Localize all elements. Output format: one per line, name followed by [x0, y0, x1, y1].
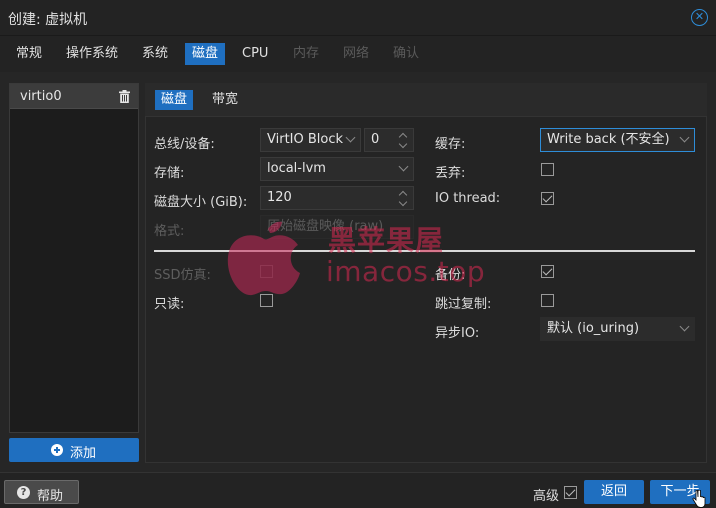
tab-disks[interactable]: 磁盘 [185, 43, 226, 65]
readonly-label: 只读: [154, 297, 185, 312]
iothread-checkbox[interactable] [541, 192, 554, 205]
back-button[interactable]: 返回 [584, 480, 644, 504]
spinner-arrows-icon[interactable] [399, 131, 409, 149]
hand-cursor-icon [692, 490, 706, 508]
ssd-emulation-label: SSD仿真: [154, 268, 211, 283]
add-disk-button[interactable]: 添加 [9, 438, 139, 462]
bus-device-label: 总线/设备: [154, 137, 215, 152]
skip-replication-checkbox[interactable] [541, 294, 554, 307]
wizard-tabs: 常规 操作系统 系统 磁盘 CPU 内存 网络 确认 [0, 36, 716, 72]
backup-checkbox[interactable] [541, 265, 554, 278]
disk-list: virtio0 [9, 83, 139, 433]
readonly-checkbox[interactable] [260, 294, 273, 307]
tab-cpu[interactable]: CPU [235, 43, 275, 65]
chevron-down-icon [679, 132, 690, 143]
skip-replication-label: 跳过复制: [435, 297, 492, 312]
add-disk-label: 添加 [70, 446, 97, 461]
advanced-checkbox[interactable] [564, 486, 577, 499]
disk-size-label: 磁盘大小 (GiB): [154, 195, 248, 210]
subtab-disk[interactable]: 磁盘 [155, 90, 194, 110]
async-io-label: 异步IO: [435, 326, 480, 341]
plus-circle-icon [51, 444, 63, 456]
device-index-spinner[interactable]: 0 [364, 128, 414, 152]
title-bar: 创建: 虚拟机 ✕ [0, 0, 716, 36]
cache-select[interactable]: Write back (不安全) [540, 128, 695, 152]
dialog-footer: ? 帮助 高级 返回 下一步 [0, 472, 716, 508]
tab-memory: 内存 [293, 46, 320, 61]
backup-label: 备份: [435, 268, 466, 283]
disk-list-item[interactable]: virtio0 [10, 84, 138, 109]
disk-size-value: 120 [267, 190, 292, 205]
ssd-emulation-checkbox [260, 265, 273, 278]
tab-os[interactable]: 操作系统 [59, 43, 125, 65]
discard-checkbox[interactable] [541, 163, 554, 176]
section-divider [154, 250, 695, 252]
help-label: 帮助 [37, 489, 64, 504]
disk-subtabs: 磁盘 带宽 [145, 83, 707, 117]
spinner-arrows-icon[interactable] [399, 189, 409, 207]
question-icon: ? [17, 486, 30, 499]
async-io-select[interactable]: 默认 (io_uring) [540, 317, 695, 341]
disk-size-input[interactable]: 120 [260, 186, 414, 210]
chevron-down-icon [679, 321, 690, 332]
advanced-label: 高级 [533, 489, 560, 504]
async-io-value: 默认 (io_uring) [547, 321, 640, 336]
storage-select[interactable]: local-lvm [260, 157, 414, 181]
format-select: 原始磁盘映像 (raw) [260, 215, 414, 239]
dialog-title: 创建: 虚拟机 [8, 12, 88, 28]
tab-general[interactable]: 常规 [9, 43, 49, 65]
discard-label: 丢弃: [435, 166, 466, 181]
storage-value: local-lvm [267, 161, 326, 176]
chevron-down-icon [345, 132, 356, 143]
tab-system[interactable]: 系统 [135, 43, 175, 65]
device-index-value: 0 [371, 132, 380, 147]
subtab-bandwidth[interactable]: 带宽 [206, 90, 244, 110]
storage-label: 存储: [154, 166, 185, 181]
bus-select[interactable]: VirtIO Block [260, 128, 361, 152]
tab-network: 网络 [343, 46, 370, 61]
help-button[interactable]: ? 帮助 [4, 480, 79, 504]
chevron-down-icon [398, 161, 409, 172]
format-value: 原始磁盘映像 (raw) [267, 219, 384, 234]
cache-label: 缓存: [435, 137, 466, 152]
iothread-label: IO thread: [435, 191, 501, 206]
cache-value: Write back (不安全) [547, 132, 670, 147]
tab-confirm: 确认 [393, 46, 420, 61]
bus-value: VirtIO Block [267, 132, 344, 147]
disk-item-label: virtio0 [20, 89, 62, 104]
create-vm-dialog: 创建: 虚拟机 ✕ 常规 操作系统 系统 磁盘 CPU 内存 网络 确认 vir… [0, 0, 716, 508]
close-icon[interactable]: ✕ [691, 9, 708, 26]
format-label: 格式: [154, 224, 185, 239]
trash-icon[interactable] [119, 90, 130, 103]
